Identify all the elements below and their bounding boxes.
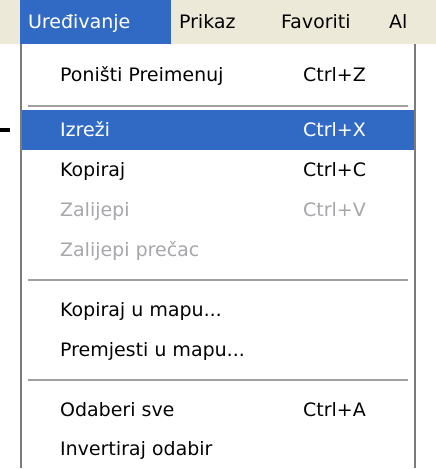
menu-item-label: Kopiraj <box>60 159 126 181</box>
menu-item-shortcut: Ctrl+A <box>303 399 366 421</box>
menu-item-label: Invertiraj odabir <box>60 438 213 460</box>
left-edge-mark <box>0 128 10 132</box>
menu-uredivanje[interactable]: Uređivanje <box>20 0 171 44</box>
menu-item-label: Zalijepi <box>60 199 130 221</box>
menu-item-label: Zalijepi prečac <box>60 239 200 261</box>
menu-item-paste-shortcut[interactable]: Zalijepi prečac <box>22 230 414 270</box>
menu-item-copy[interactable]: Kopiraj Ctrl+C <box>22 150 414 190</box>
menu-item-label: Kopiraj u mapu... <box>60 299 222 321</box>
menu-item-cut[interactable]: Izreži Ctrl+X <box>22 110 414 150</box>
menu-alati[interactable]: Al <box>381 0 436 44</box>
menu-item-copy-to-folder[interactable]: Kopiraj u mapu... <box>22 290 414 330</box>
menu-item-shortcut: Ctrl+X <box>303 119 366 141</box>
menu-item-invert-selection[interactable]: Invertiraj odabir <box>22 429 414 469</box>
menu-separator <box>28 279 408 281</box>
menu-item-select-all[interactable]: Odaberi sve Ctrl+A <box>22 390 414 430</box>
menu-favoriti[interactable]: Favoriti <box>273 0 381 44</box>
menu-item-label: Poništi Preimenuj <box>60 64 224 86</box>
menu-item-move-to-folder[interactable]: Premjesti u mapu... <box>22 330 414 370</box>
menu-item-label: Odaberi sve <box>60 399 175 421</box>
menu-item-label: Izreži <box>60 119 110 141</box>
menu-item-shortcut: Ctrl+V <box>303 199 366 221</box>
menu-item-label: Premjesti u mapu... <box>60 339 245 361</box>
edit-dropdown-menu: Poništi Preimenuj Ctrl+Z Izreži Ctrl+X K… <box>20 44 416 468</box>
menu-separator <box>28 379 408 381</box>
menu-item-paste[interactable]: Zalijepi Ctrl+V <box>22 190 414 230</box>
menu-separator <box>28 105 408 107</box>
menu-item-shortcut: Ctrl+C <box>303 159 366 181</box>
menu-prikaz[interactable]: Prikaz <box>171 0 273 44</box>
menu-item-undo-rename[interactable]: Poništi Preimenuj Ctrl+Z <box>22 55 414 95</box>
menu-bar: Uređivanje Prikaz Favoriti Al <box>0 0 436 44</box>
menu-item-shortcut: Ctrl+Z <box>303 64 366 86</box>
